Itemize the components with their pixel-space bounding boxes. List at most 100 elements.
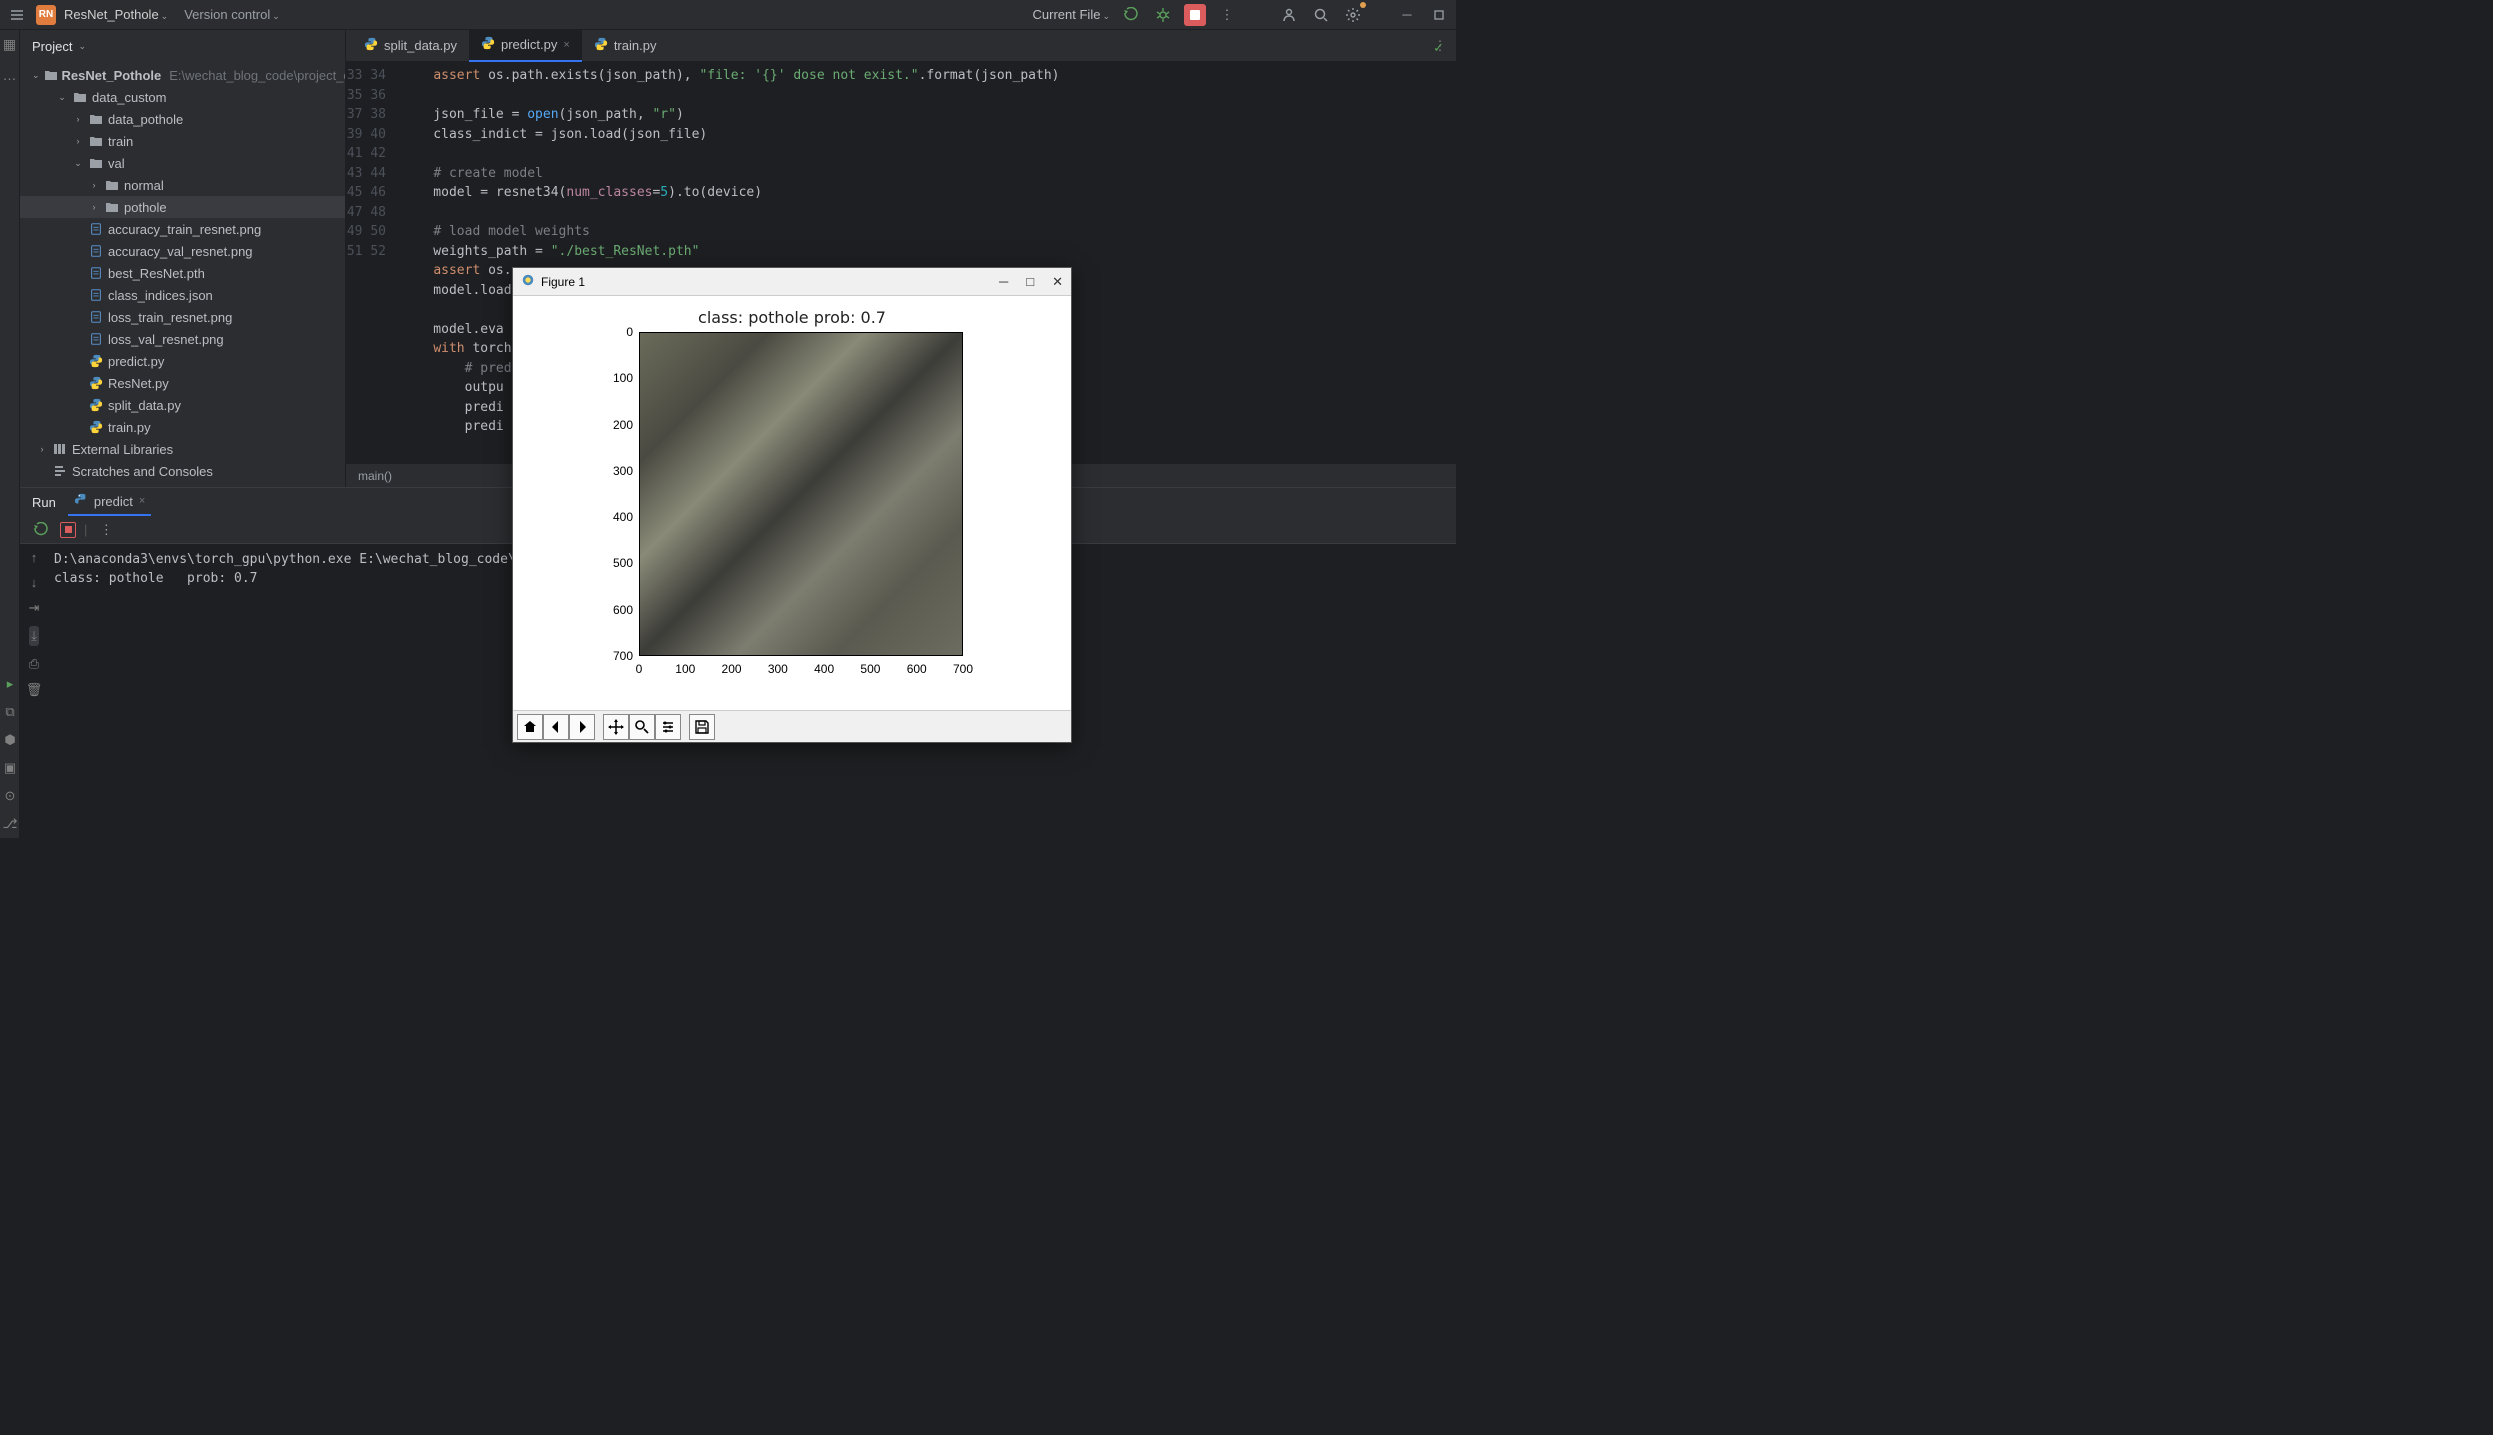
tree-item[interactable]: split_data.py [20, 394, 345, 416]
project-panel-header[interactable]: Project ⌄ [20, 30, 345, 62]
png-file-icon [88, 222, 104, 236]
y-tick-label: 600 [603, 603, 633, 617]
chevron-down-icon: ⌄ [161, 11, 169, 21]
up-arrow-icon[interactable]: ↑ [31, 550, 38, 565]
tree-item-label: data_custom [92, 90, 166, 105]
main-menu-icon[interactable] [6, 4, 28, 26]
back-icon[interactable] [543, 714, 569, 740]
png-file-icon [88, 310, 104, 324]
folder-icon [104, 179, 120, 191]
y-tick-label: 100 [603, 371, 633, 385]
save-icon[interactable] [689, 714, 715, 740]
tree-item[interactable]: ›pothole [20, 196, 345, 218]
more-icon[interactable]: ⋮ [95, 519, 117, 541]
project-name[interactable]: ResNet_Pothole⌄ [64, 7, 168, 22]
stop-button[interactable] [1184, 4, 1206, 26]
run-side-toolbar: ↑ ↓ ⇥ ⤓ ⎙ 🗑 [20, 544, 48, 838]
tree-scratches[interactable]: Scratches and Consoles [20, 460, 345, 482]
tree-external-libraries[interactable]: › External Libraries [20, 438, 345, 460]
tree-item[interactable]: ›normal [20, 174, 345, 196]
rail-icon[interactable]: … [3, 67, 17, 83]
vcs-icon[interactable]: ⎇ [3, 816, 18, 832]
project-badge: RN [36, 5, 56, 25]
folder-icon [88, 135, 104, 147]
x-tick-label: 200 [717, 662, 747, 676]
tree-arrow-icon[interactable]: › [72, 114, 84, 124]
print-icon[interactable]: ⎙ [29, 656, 39, 672]
rerun-icon[interactable] [1120, 4, 1142, 26]
code-with-me-icon[interactable] [1278, 4, 1300, 26]
services-icon[interactable]: ⬢ [4, 732, 15, 748]
search-icon[interactable] [1310, 4, 1332, 26]
scroll-to-end-icon[interactable]: ⤓ [29, 626, 39, 646]
tree-item-label: train.py [108, 420, 151, 435]
tree-item[interactable]: accuracy_train_resnet.png [20, 218, 345, 240]
configure-icon[interactable] [655, 714, 681, 740]
figure-titlebar[interactable]: Figure 1 ─ □ ✕ [513, 268, 1071, 296]
py-file-icon [88, 354, 104, 368]
tree-item[interactable]: class_indices.json [20, 284, 345, 306]
tree-item[interactable]: ⌄ val [20, 152, 345, 174]
rerun-icon[interactable] [30, 519, 52, 541]
maximize-icon[interactable]: □ [1026, 274, 1034, 290]
matplotlib-figure-window[interactable]: Figure 1 ─ □ ✕ class: pothole prob: 0.7 … [512, 267, 1072, 743]
tree-item-label: split_data.py [108, 398, 181, 413]
tree-item[interactable]: ›train [20, 130, 345, 152]
editor-gutter: 33 34 35 36 37 38 39 40 41 42 43 44 45 4… [346, 62, 394, 463]
expand-arrow-icon[interactable]: › [36, 444, 48, 454]
folder-icon [88, 113, 104, 125]
home-icon[interactable] [517, 714, 543, 740]
run-tool-icon[interactable]: ▸ [7, 676, 14, 692]
editor-tab[interactable]: predict.py× [469, 30, 582, 62]
close-icon[interactable]: × [139, 495, 145, 507]
editor-tab[interactable]: train.py [582, 30, 669, 62]
problems-icon[interactable]: ⊙ [5, 788, 16, 804]
more-icon[interactable]: ⋮ [1216, 4, 1238, 26]
inspection-ok-icon[interactable]: ✓ [1433, 40, 1444, 56]
chevron-down-icon: ⌄ [1102, 11, 1110, 21]
tree-arrow-icon[interactable]: › [72, 136, 84, 146]
forward-icon[interactable] [569, 714, 595, 740]
minimize-icon[interactable]: ─ [999, 274, 1008, 290]
tree-item-label: val [108, 156, 125, 171]
soft-wrap-icon[interactable]: ⇥ [29, 600, 40, 616]
tree-arrow-icon[interactable]: ⌄ [56, 92, 68, 103]
close-icon[interactable]: × [563, 39, 569, 51]
tree-item-label: accuracy_train_resnet.png [108, 222, 261, 237]
close-icon[interactable]: ✕ [1052, 274, 1063, 290]
zoom-icon[interactable] [629, 714, 655, 740]
tree-item[interactable]: accuracy_val_resnet.png [20, 240, 345, 262]
pan-icon[interactable] [603, 714, 629, 740]
tree-item[interactable]: predict.py [20, 350, 345, 372]
run-config-selector[interactable]: Current File⌄ [1033, 7, 1110, 22]
terminal-icon[interactable]: ▣ [4, 760, 16, 776]
x-tick-label: 400 [809, 662, 839, 676]
rail-icon[interactable]: ▦ [3, 36, 16, 53]
stop-icon[interactable] [60, 522, 76, 538]
collapse-arrow-icon[interactable]: ⌄ [32, 70, 40, 81]
tree-item[interactable]: train.py [20, 416, 345, 438]
clear-icon[interactable]: 🗑 [26, 682, 43, 698]
python-file-icon [364, 37, 378, 54]
down-arrow-icon[interactable]: ↓ [31, 575, 38, 590]
tree-arrow-icon[interactable]: › [88, 202, 100, 212]
tree-item[interactable]: ›data_pothole [20, 108, 345, 130]
tree-item-label: ResNet.py [108, 376, 169, 391]
python-console-icon[interactable]: ⧉ [5, 704, 14, 720]
tree-item[interactable]: ResNet.py [20, 372, 345, 394]
settings-icon[interactable] [1342, 4, 1364, 26]
tree-item[interactable]: best_ResNet.pth [20, 262, 345, 284]
tree-root[interactable]: ⌄ ResNet_Pothole E:\wechat_blog_code\pro… [20, 64, 345, 86]
x-tick-label: 700 [948, 662, 978, 676]
version-control-menu[interactable]: Version control⌄ [176, 7, 280, 22]
tree-item[interactable]: loss_train_resnet.png [20, 306, 345, 328]
debug-icon[interactable] [1152, 4, 1174, 26]
run-tab[interactable]: predict × [68, 488, 151, 516]
tree-item[interactable]: loss_val_resnet.png [20, 328, 345, 350]
tree-arrow-icon[interactable]: ⌄ [72, 158, 84, 169]
tree-arrow-icon[interactable]: › [88, 180, 100, 190]
maximize-icon[interactable] [1428, 4, 1450, 26]
tree-item[interactable]: ⌄ data_custom [20, 86, 345, 108]
minimize-icon[interactable]: ─ [1396, 4, 1418, 26]
editor-tab[interactable]: split_data.py [352, 30, 469, 62]
